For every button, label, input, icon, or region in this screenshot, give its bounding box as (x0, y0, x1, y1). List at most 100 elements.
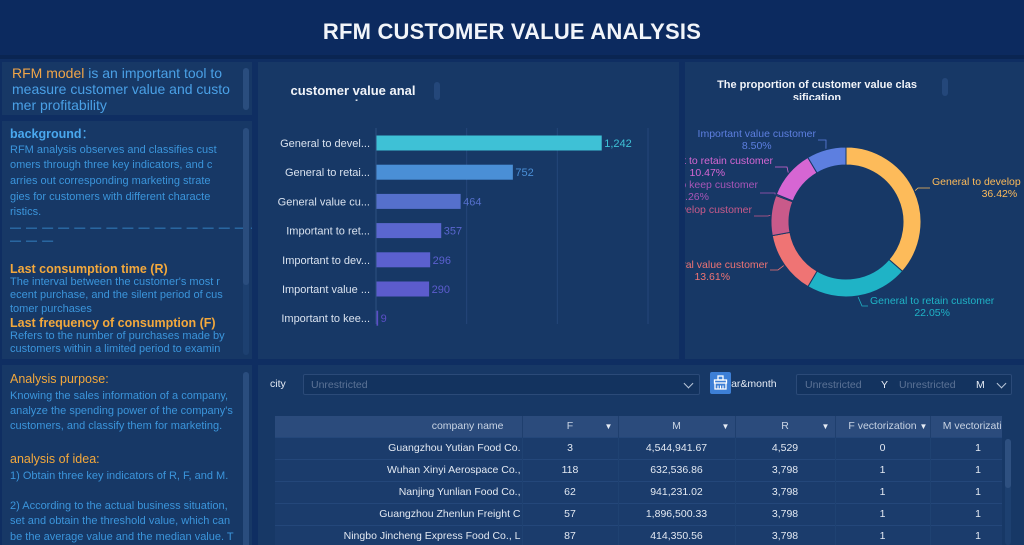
donut-slice[interactable] (770, 194, 794, 237)
slice-name: Important to keep customer (685, 178, 758, 191)
cell-m: 1,896,500.33 (618, 502, 736, 525)
purpose-scrollbar[interactable] (243, 372, 249, 545)
value-label: 9 (381, 313, 387, 325)
donut-slice[interactable] (807, 258, 904, 298)
section-body-frequency: Refers to the number of purchases made b… (10, 330, 225, 357)
cell-r: 3,798 (735, 524, 836, 545)
cell-f: 87 (522, 524, 619, 545)
intro-panel: RFM model is an important tool to measur… (2, 62, 252, 115)
purpose-body: Knowing the sales information of a compa… (10, 389, 233, 434)
cell-m: 414,350.56 (618, 524, 736, 545)
donut-slice[interactable] (845, 146, 922, 273)
cell-f-vectorization: 1 (835, 458, 931, 481)
table-row[interactable]: Guangzhou Zhenlun Freight C 57 1,896,500… (275, 502, 1002, 525)
donut-slice[interactable] (775, 156, 818, 202)
intro-highlight: RFM model (12, 65, 85, 81)
table-row[interactable]: Ningbo Jincheng Express Food Co., L 87 4… (275, 524, 1002, 545)
column-header-f-vectorization[interactable]: F vectorization ▼ (835, 416, 931, 437)
idea-line: 2) According to the actual business situ… (10, 500, 228, 512)
sort-desc-icon[interactable]: ▼ (599, 416, 617, 437)
section-line: customers within a limited period to exa… (10, 343, 221, 356)
column-header-m[interactable]: M ▼ (618, 416, 736, 437)
year-month-range-picker[interactable]: Unrestricted Y Unrestricted M (796, 374, 1012, 395)
bar[interactable] (376, 193, 461, 209)
city-select-placeholder: Unrestricted (311, 379, 368, 391)
broom-icon (713, 375, 728, 390)
label-leader-line (914, 187, 930, 191)
column-header-r[interactable]: R ▼ (735, 416, 836, 437)
background-scrollbar[interactable] (243, 128, 249, 355)
idea-line: set and obtain the threshold value, whic… (10, 515, 231, 528)
date-from-input[interactable]: Unrestricted (805, 378, 862, 392)
clear-filter-button[interactable] (710, 372, 731, 394)
intro-line: measure customer value and custo (12, 81, 230, 97)
idea-line: be the average value and the median valu… (10, 530, 234, 543)
bar[interactable] (376, 281, 430, 297)
customer-table-panel: city Unrestricted year&month Unrestricte… (258, 365, 1024, 545)
table-scrollbar-thumb[interactable] (1005, 439, 1011, 488)
table-row[interactable]: Nanjing Yunlian Food Co., 62 941,231.02 … (275, 480, 1002, 503)
purpose-scrollbar-thumb[interactable] (243, 372, 249, 545)
section-body-recency: The interval between the customer's most… (10, 276, 223, 316)
category-label: Important value ... (282, 284, 370, 296)
cell-f-vectorization: 0 (835, 436, 931, 459)
cell-f: 3 (522, 436, 619, 459)
cell-r: 3,798 (735, 502, 836, 525)
idea-body: 1) Obtain three key indicators of R, F, … (10, 469, 234, 545)
background-paragraph: RFM analysis observes and classifies cus… (10, 143, 217, 222)
label-leader-line (760, 192, 776, 195)
paragraph-line: ristics. (10, 206, 42, 219)
column-header-company-name[interactable]: company name (275, 416, 523, 437)
sort-desc-icon[interactable]: ▼ (917, 416, 929, 437)
dashed-divider: — — — — — — — — — — — — — — — — — — — — … (10, 222, 252, 248)
city-select[interactable]: Unrestricted (303, 374, 700, 395)
background-scrollbar-thumb[interactable] (243, 128, 249, 285)
bar[interactable] (376, 252, 431, 268)
column-header-m-vectorization[interactable]: M vectorization (930, 416, 1002, 437)
column-header-f[interactable]: F ▼ (522, 416, 619, 437)
customer-value-bar-chart-panel: customer value anal ysis General to deve… (258, 62, 679, 359)
bar[interactable] (376, 223, 442, 239)
chevron-down-icon (996, 378, 1007, 389)
donut-slice-label: General value customer13.61% (685, 259, 768, 284)
bar[interactable] (376, 164, 513, 180)
intro-scrollbar[interactable] (243, 68, 249, 110)
intro-line: mer profitability (12, 97, 107, 113)
purpose-line: customers, and classify them for marketi… (10, 419, 223, 432)
table-row[interactable]: Wuhan Xinyi Aerospace Co., 118 632,536.8… (275, 458, 1002, 481)
slice-name: General to retain customer (870, 294, 995, 307)
table-scrollbar[interactable] (1005, 439, 1011, 545)
label-leader-line (775, 166, 789, 173)
column-header-label: M vectorization (942, 420, 1002, 433)
cell-f: 118 (522, 458, 619, 481)
category-label: General to retai... (285, 167, 370, 179)
value-label: 296 (433, 255, 451, 267)
idea-line-blank (10, 484, 234, 499)
slice-percent: 10.47% (689, 167, 726, 179)
cell-f: 62 (522, 480, 619, 503)
cell-f-vectorization: 1 (835, 480, 931, 503)
cell-r: 3,798 (735, 480, 836, 503)
value-label: 290 (432, 284, 450, 296)
sort-desc-icon[interactable]: ▼ (816, 416, 834, 437)
category-label: Important to kee... (281, 313, 370, 325)
background-heading-colon: ： (81, 127, 95, 141)
date-to-input[interactable]: Unrestricted (899, 378, 956, 392)
background-heading: background： (10, 127, 94, 141)
bar[interactable] (376, 310, 379, 326)
bar[interactable] (376, 135, 602, 151)
sort-desc-icon[interactable]: ▼ (716, 416, 734, 437)
background-panel: background： RFM analysis observes and cl… (2, 121, 252, 359)
section-title-frequency: Last frequency of consumption (F) (10, 316, 216, 330)
analysis-purpose-panel: Analysis purpose: Knowing the sales info… (2, 365, 252, 545)
paragraph-line: RFM analysis observes and classifies cus… (10, 143, 217, 156)
cell-company-name: Guangzhou Zhenlun Freight C (275, 502, 523, 525)
table-row[interactable]: Guangzhou Yutian Food Co. 3 4,544,941.67… (275, 436, 1002, 459)
label-leader-line (754, 214, 771, 217)
cell-m-vectorization: 1 (930, 524, 1002, 545)
label-leader-line (770, 265, 784, 271)
cell-f: 57 (522, 502, 619, 525)
donut-slice[interactable] (771, 231, 818, 288)
intro-scrollbar-thumb[interactable] (243, 68, 249, 110)
column-header-label: company name (431, 420, 504, 433)
